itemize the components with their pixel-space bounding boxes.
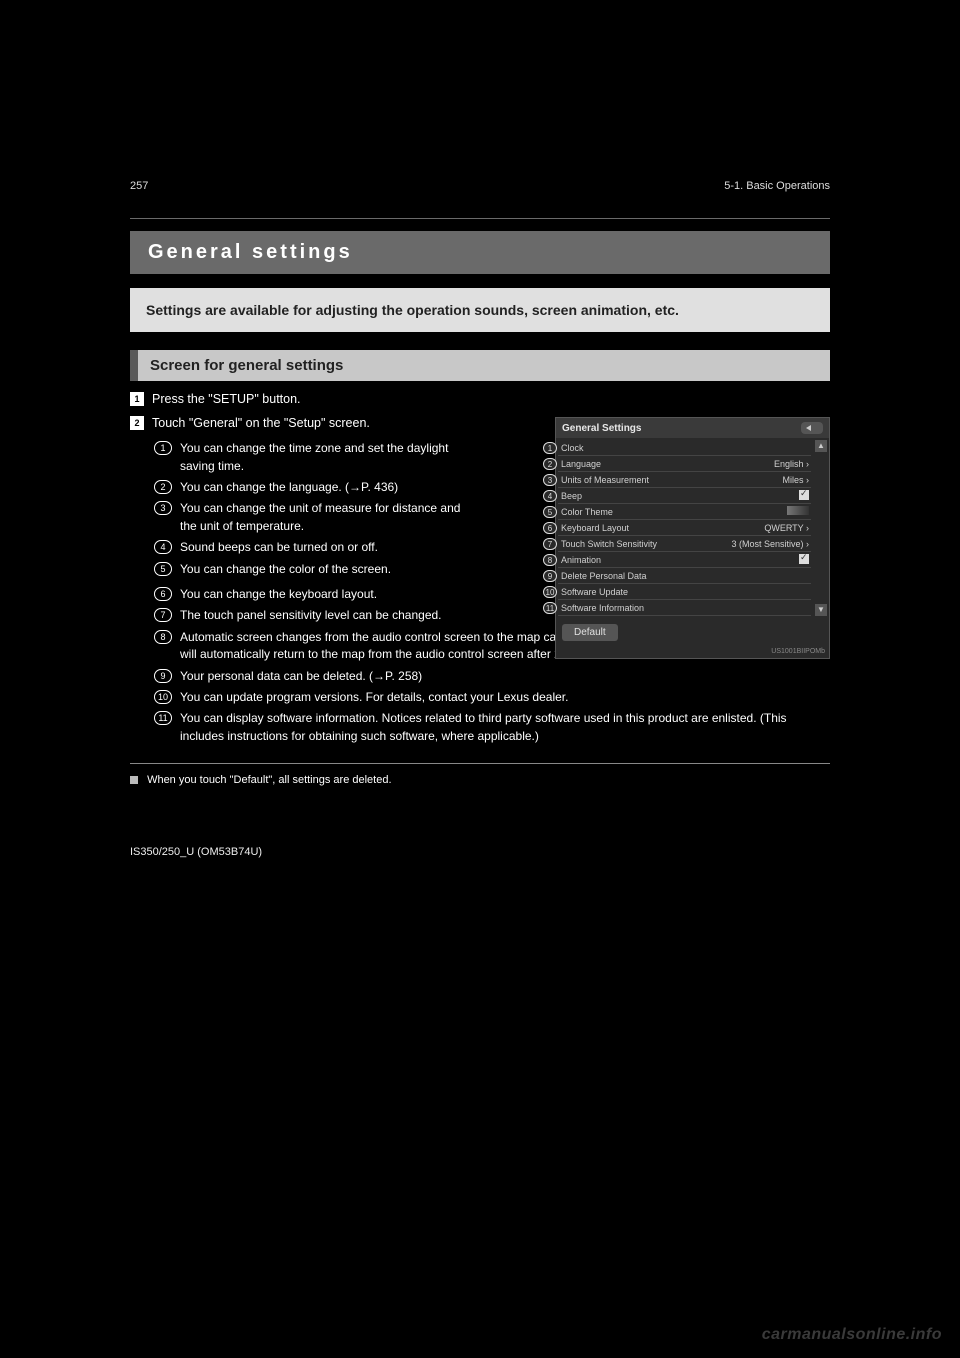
page-number: 257 bbox=[130, 180, 148, 192]
settings-row[interactable]: 4Beep bbox=[558, 488, 811, 504]
row-callout-icon: 7 bbox=[543, 538, 557, 550]
settings-row[interactable]: 1Clock bbox=[558, 440, 811, 456]
item-marker-9: 9 bbox=[154, 669, 172, 683]
row-label: Units of Measurement bbox=[558, 475, 649, 485]
row-callout-icon: 2 bbox=[543, 458, 557, 470]
row-value: QWERTY › bbox=[764, 523, 809, 533]
row-value: Miles › bbox=[783, 475, 810, 485]
item-3: 3 You can change the unit of measure for… bbox=[154, 500, 470, 535]
item-marker-11: 11 bbox=[154, 711, 172, 725]
row-callout-icon: 8 bbox=[543, 554, 557, 566]
check-icon[interactable] bbox=[799, 490, 809, 500]
row-callout-icon: 5 bbox=[543, 506, 557, 518]
row-callout-icon: 10 bbox=[543, 586, 557, 598]
row-label: Animation bbox=[558, 555, 601, 565]
default-button[interactable]: Default bbox=[562, 624, 618, 641]
step-2: 2 Touch "General" on the "Setup" screen. bbox=[130, 415, 470, 433]
step-text-2: Touch "General" on the "Setup" screen. bbox=[152, 415, 470, 433]
section-label: 5-1. Basic Operations bbox=[724, 180, 830, 192]
item-marker-1: 1 bbox=[154, 441, 172, 455]
step-text-1: Press the "SETUP" button. bbox=[152, 391, 470, 409]
settings-row[interactable]: 6Keyboard LayoutQWERTY › bbox=[558, 520, 811, 536]
step-marker-2: 2 bbox=[130, 416, 144, 430]
item-11: 11 You can display software information.… bbox=[154, 710, 830, 745]
row-value bbox=[799, 554, 809, 566]
row-label: Keyboard Layout bbox=[558, 523, 629, 533]
color-chip[interactable] bbox=[787, 506, 809, 515]
scrollbar[interactable]: ▲ ▼ bbox=[815, 440, 827, 616]
settings-row[interactable]: 7Touch Switch Sensitivity3 (Most Sensiti… bbox=[558, 536, 811, 552]
row-callout-icon: 1 bbox=[543, 442, 557, 454]
item-text-9: Your personal data can be deleted. (→P. … bbox=[180, 668, 830, 685]
item-text-3: You can change the unit of measure for d… bbox=[180, 500, 470, 535]
item-9: 9 Your personal data can be deleted. (→P… bbox=[154, 668, 830, 685]
item-marker-5: 5 bbox=[154, 562, 172, 576]
item-10: 10 You can update program versions. For … bbox=[154, 689, 830, 706]
item-marker-8: 8 bbox=[154, 630, 172, 644]
row-label: Language bbox=[558, 459, 601, 469]
screenshot-title: General Settings bbox=[562, 423, 641, 434]
footer-model: IS350/250_U (OM53B74U) bbox=[130, 846, 830, 858]
footnote: When you touch "Default", all settings a… bbox=[130, 774, 830, 786]
item-2: 2 You can change the language. (→P. 436) bbox=[154, 479, 470, 496]
item-marker-3: 3 bbox=[154, 501, 172, 515]
settings-row[interactable]: 8Animation bbox=[558, 552, 811, 568]
item-text-10: You can update program versions. For det… bbox=[180, 689, 830, 706]
row-value: 3 (Most Sensitive) › bbox=[731, 539, 809, 549]
item-text-4: Sound beeps can be turned on or off. bbox=[180, 539, 470, 556]
settings-row[interactable]: 10Software Update bbox=[558, 584, 811, 600]
screenshot-titlebar: General Settings bbox=[556, 418, 829, 438]
row-callout-icon: 11 bbox=[543, 602, 557, 614]
settings-row[interactable]: 2LanguageEnglish › bbox=[558, 456, 811, 472]
item-text-11: You can display software information. No… bbox=[180, 710, 830, 745]
row-value: English › bbox=[774, 459, 809, 469]
step-1: 1 Press the "SETUP" button. bbox=[130, 391, 470, 409]
scroll-down-icon[interactable]: ▼ bbox=[815, 604, 827, 616]
rule-top bbox=[130, 218, 830, 219]
row-callout-icon: 4 bbox=[543, 490, 557, 502]
item-marker-2: 2 bbox=[154, 480, 172, 494]
row-value bbox=[799, 490, 809, 502]
footnote-text: When you touch "Default", all settings a… bbox=[147, 774, 391, 786]
embedded-screenshot: General Settings ▲ ▼ 1Clock2LanguageEngl… bbox=[555, 417, 830, 659]
row-label: Delete Personal Data bbox=[558, 571, 647, 581]
step-marker-1: 1 bbox=[130, 392, 144, 406]
settings-row[interactable]: 11Software Information bbox=[558, 600, 811, 616]
check-icon[interactable] bbox=[799, 554, 809, 564]
row-label: Software Update bbox=[558, 587, 628, 597]
row-label: Software Information bbox=[558, 603, 644, 613]
item-text-2: You can change the language. (→P. 436) bbox=[180, 479, 470, 496]
item-marker-7: 7 bbox=[154, 608, 172, 622]
row-label: Beep bbox=[558, 491, 582, 501]
row-callout-icon: 6 bbox=[543, 522, 557, 534]
bullet-icon bbox=[130, 776, 138, 784]
screenshot-watermark: US1001BIIPOMb bbox=[556, 647, 829, 658]
row-label: Clock bbox=[558, 443, 584, 453]
row-label: Color Theme bbox=[558, 507, 613, 517]
settings-row[interactable]: 9Delete Personal Data bbox=[558, 568, 811, 584]
item-1: 1 You can change the time zone and set t… bbox=[154, 440, 470, 475]
back-icon[interactable] bbox=[801, 422, 823, 434]
item-text-5: You can change the color of the screen. bbox=[180, 561, 470, 578]
chapter-title: General settings bbox=[130, 231, 830, 274]
item-5: 5 You can change the color of the screen… bbox=[154, 561, 470, 578]
item-text-1: You can change the time zone and set the… bbox=[180, 440, 470, 475]
page-watermark: carmanualsonline.info bbox=[762, 1326, 942, 1344]
item-marker-6: 6 bbox=[154, 587, 172, 601]
row-callout-icon: 9 bbox=[543, 570, 557, 582]
rule-bottom bbox=[130, 763, 830, 764]
screenshot-list: ▲ ▼ 1Clock2LanguageEnglish ›3Units of Me… bbox=[556, 438, 829, 618]
row-value bbox=[787, 506, 809, 517]
settings-row[interactable]: 5Color Theme bbox=[558, 504, 811, 520]
scroll-up-icon[interactable]: ▲ bbox=[815, 440, 827, 452]
row-callout-icon: 3 bbox=[543, 474, 557, 486]
settings-row[interactable]: 3Units of MeasurementMiles › bbox=[558, 472, 811, 488]
item-4: 4 Sound beeps can be turned on or off. bbox=[154, 539, 470, 556]
item-marker-10: 10 bbox=[154, 690, 172, 704]
intro-text: Settings are available for adjusting the… bbox=[130, 288, 830, 332]
subheading: Screen for general settings bbox=[130, 350, 830, 381]
row-label: Touch Switch Sensitivity bbox=[558, 539, 657, 549]
item-marker-4: 4 bbox=[154, 540, 172, 554]
